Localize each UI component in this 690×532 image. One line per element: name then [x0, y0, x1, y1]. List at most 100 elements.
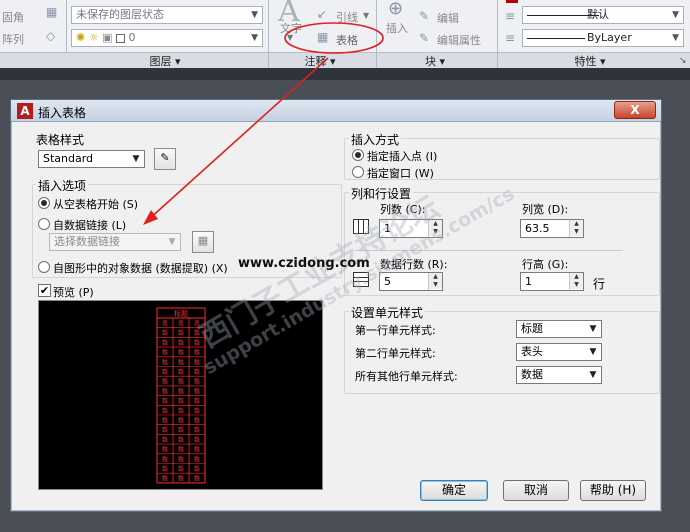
preview-cell-text: 数 [162, 339, 168, 347]
data-link-label[interactable]: 自数据链接 (L) [53, 217, 126, 233]
spinner-buttons[interactable]: ▲ ▼ [428, 220, 442, 237]
panel-properties-label[interactable]: 特性 ▾ [555, 53, 625, 68]
spin-up-icon[interactable]: ▲ [429, 273, 442, 281]
data-extraction-radio[interactable] [38, 261, 50, 273]
preview-cell-text: 数 [178, 465, 184, 473]
help-button[interactable]: 帮助 (H) [580, 480, 646, 501]
panel-layers-label[interactable]: 图层 ▾ [120, 53, 210, 68]
dialog-title: 插入表格 [38, 106, 87, 120]
layer-combo-value: 0 [128, 31, 136, 44]
insertion-point-label[interactable]: 指定插入点 (I) [367, 148, 437, 164]
row-height-value: 1 [525, 275, 532, 288]
layer-state-icon[interactable]: ◇ [46, 29, 55, 43]
panel-expand-icon[interactable]: ↘ [679, 56, 687, 66]
preview-cell-text: 数 [178, 339, 184, 347]
layer-properties-icon[interactable]: ▦ [46, 5, 57, 19]
table-style-select[interactable]: Standard ▼ [38, 150, 145, 168]
column-row-label: 列和行设置 [349, 185, 414, 202]
spin-up-icon[interactable]: ▲ [429, 220, 442, 228]
preview-cell-text: 数 [178, 329, 184, 337]
chevron-down-icon: ▼ [672, 33, 679, 43]
edit-attribute-icon[interactable]: ✎ [419, 31, 429, 45]
preview-cell-text: 数 [178, 378, 184, 386]
data-link-select[interactable]: 选择数据链接 ▼ [49, 233, 181, 251]
leader-label[interactable]: 引线 [336, 9, 358, 25]
second-row-style-value: 表头 [521, 345, 543, 358]
panel-block-label[interactable]: 块 ▾ [405, 53, 465, 68]
preview-cell-text: 数 [194, 397, 200, 405]
data-link-radio[interactable] [38, 218, 50, 230]
ribbon-fillet-label[interactable]: 固角 [2, 9, 24, 25]
spin-down-icon[interactable]: ▼ [570, 281, 583, 289]
linetype-combo[interactable]: ByLayer ▼ [522, 29, 684, 47]
window-radio[interactable] [352, 166, 364, 178]
start-empty-label[interactable]: 从空表格开始 (S) [53, 196, 138, 212]
preview-title-text: 标题 [174, 309, 188, 318]
ribbon-array-label[interactable]: 阵列 [2, 31, 24, 47]
data-rows-spinner[interactable]: 5 ▲ ▼ [379, 272, 443, 291]
preview-cell-text: 数 [162, 378, 168, 386]
ribbon-separator [497, 52, 498, 68]
preview-label[interactable]: 预览 (P) [53, 284, 94, 300]
second-row-style-select[interactable]: 表头 ▼ [516, 343, 602, 361]
layer-state-value: 未保存的图层状态 [76, 8, 164, 21]
lightbulb-icon: ✺ [76, 31, 86, 44]
column-width-spinner[interactable]: 63.5 ▲ ▼ [520, 219, 584, 238]
preview-cell-text: 数 [162, 455, 168, 463]
insert-options-label: 插入选项 [36, 177, 89, 194]
spinner-buttons[interactable]: ▲ ▼ [428, 273, 442, 290]
preview-cell-text: 数 [178, 407, 184, 415]
spinner-buttons[interactable]: ▲ ▼ [569, 273, 583, 290]
edit-block-icon[interactable]: ✎ [419, 9, 429, 23]
cancel-button[interactable]: 取消 [503, 480, 569, 501]
data-extraction-label[interactable]: 自图形中的对象数据 (数据提取) (X) [53, 260, 228, 276]
preview-cell-text: 数 [194, 358, 200, 366]
panel-annotation-label[interactable]: 注释 ▾ [285, 53, 355, 68]
chevron-down-icon: ▼ [251, 10, 258, 20]
preview-checkbox[interactable]: ✔ [38, 284, 51, 297]
other-rows-style-select[interactable]: 数据 ▼ [516, 366, 602, 384]
insert-block-label[interactable]: 插入 [386, 20, 408, 36]
table-style-dialog-button[interactable]: ✎ [154, 148, 176, 170]
table-icon[interactable]: ▦ [317, 30, 328, 44]
spin-down-icon[interactable]: ▼ [429, 228, 442, 236]
chevron-down-icon[interactable]: ▼ [363, 11, 369, 20]
preview-cell-text: 数 [194, 349, 200, 357]
chevron-down-icon[interactable]: ▼ [287, 33, 293, 42]
insertion-point-radio[interactable] [352, 149, 364, 161]
linetype-color-combo[interactable]: 默认 ▼ [522, 6, 684, 24]
layer-state-combo[interactable]: 未保存的图层状态 ▼ [71, 6, 263, 24]
preview-cell-text: 数 [194, 339, 200, 347]
edit-block-label[interactable]: 编辑 [437, 10, 459, 26]
dialog-titlebar[interactable]: A 插入表格 X [11, 100, 661, 122]
autocad-logo-icon: A [17, 103, 33, 119]
linetype-icon[interactable]: ≡ [505, 31, 515, 45]
row-height-spinner[interactable]: 1 ▲ ▼ [520, 272, 584, 291]
preview-cell-text: 数 [162, 407, 168, 415]
columns-spinner[interactable]: 1 ▲ ▼ [379, 219, 443, 238]
preview-cell-text: 数 [162, 426, 168, 434]
spin-up-icon[interactable]: ▲ [570, 273, 583, 281]
preview-cell-text: 数 [194, 407, 200, 415]
preview-cell-text: 数 [162, 387, 168, 395]
match-properties-icon[interactable]: ≡ [505, 9, 515, 23]
website-watermark: www.czidong.com [238, 256, 370, 271]
edit-attribute-label[interactable]: 编辑属性 [437, 32, 481, 48]
spin-down-icon[interactable]: ▼ [429, 281, 442, 289]
window-label[interactable]: 指定窗口 (W) [367, 165, 434, 181]
spin-up-icon[interactable]: ▲ [570, 220, 583, 228]
spinner-buttons[interactable]: ▲ ▼ [569, 220, 583, 237]
first-row-style-select[interactable]: 标题 ▼ [516, 320, 602, 338]
table-tool-label[interactable]: 表格 [336, 32, 358, 48]
ok-button[interactable]: 确定 [420, 480, 488, 501]
insert-block-icon[interactable]: ⊕ [388, 0, 403, 19]
start-empty-radio[interactable] [38, 197, 50, 209]
preview-cell-text: 数 [178, 368, 184, 376]
layer-combo[interactable]: ✺ ☼ ▣ 0 ▼ [71, 29, 263, 47]
leader-icon[interactable]: ↙ [317, 7, 327, 21]
data-link-manager-button[interactable]: ▦ [192, 231, 214, 253]
sun-icon: ☼ [88, 31, 99, 44]
close-button[interactable]: X [614, 101, 656, 119]
color-swatch [506, 0, 518, 3]
spin-down-icon[interactable]: ▼ [570, 228, 583, 236]
